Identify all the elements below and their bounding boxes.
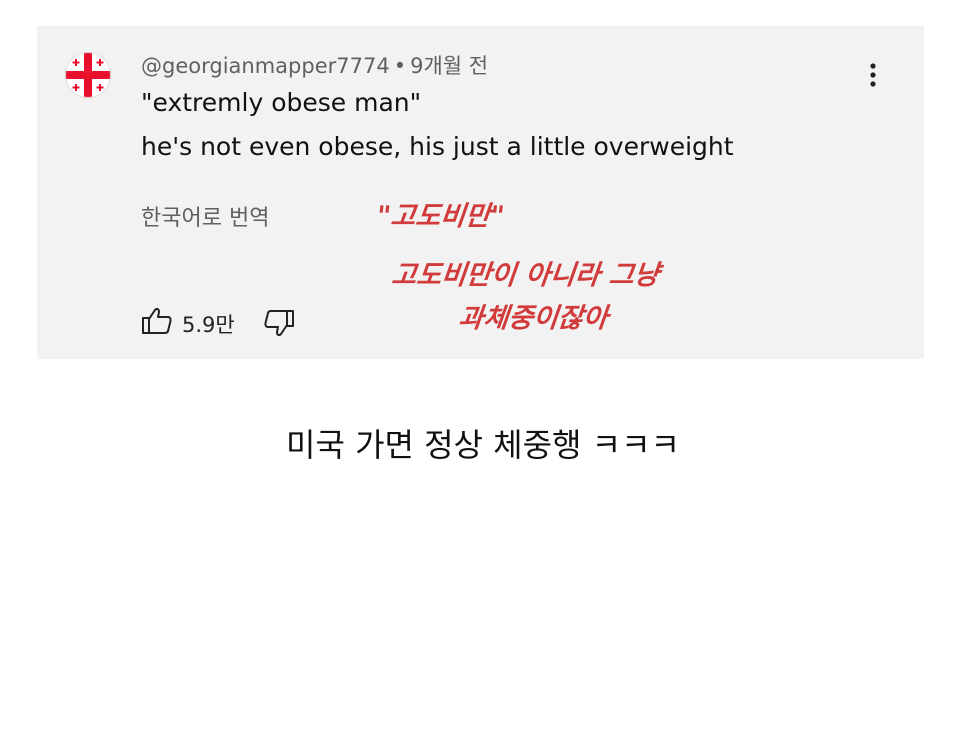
meta-separator: • <box>393 54 407 78</box>
georgia-flag-icon <box>65 52 111 98</box>
comment-card: @georgianmapper7774 • 9개월 전 "extremly obes… <box>37 26 924 359</box>
annotation-line1: "고도비만" <box>375 201 506 232</box>
comment-timestamp: 9개월 전 <box>410 54 489 78</box>
like-count: 5.9만 <box>182 313 235 337</box>
translate-link[interactable]: 한국어로 번역 <box>141 200 269 232</box>
comment-meta: @georgianmapper7774 • 9개월 전 <box>141 50 488 80</box>
comment-text-line1: "extremly obese man" <box>141 88 422 117</box>
author-handle[interactable]: @georgianmapper7774 <box>141 54 390 78</box>
thumbs-up-icon[interactable] <box>141 306 173 336</box>
annotation-line3: 과체중이잖아 <box>457 303 610 334</box>
comment-text-line2: he's not even obese, his just a little o… <box>141 132 734 161</box>
avatar[interactable] <box>65 52 111 98</box>
caption-text: 미국 가면 정상 체중행 ㅋㅋㅋ <box>286 426 680 464</box>
more-vert-icon[interactable] <box>865 58 881 92</box>
thumbs-down-icon[interactable] <box>263 308 295 338</box>
annotation-line2: 고도비만이 아니라 그냥 <box>390 260 661 291</box>
